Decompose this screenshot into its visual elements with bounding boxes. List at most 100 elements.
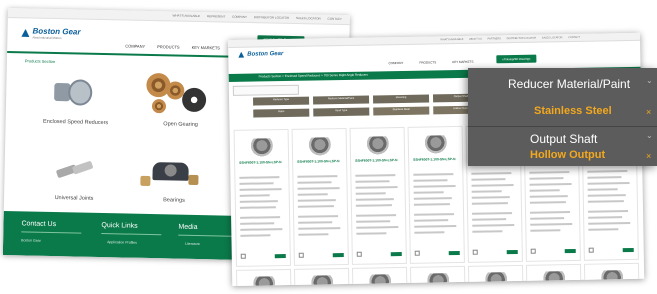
utility-link[interactable]: SALES LOCATOR bbox=[296, 16, 321, 21]
product-enclosed-speed-reducers[interactable]: Enclosed Speed Reducers bbox=[36, 119, 116, 127]
footer-divider bbox=[178, 234, 239, 237]
compare-checkbox[interactable] bbox=[530, 248, 536, 254]
chevron-down-icon[interactable]: ⌄ bbox=[646, 76, 653, 85]
catalog-button[interactable]: eCatalog/3D Drawings bbox=[496, 47, 537, 66]
filter-chip[interactable]: Reducer Type bbox=[253, 96, 310, 106]
reducer-image bbox=[308, 137, 332, 156]
utility-link[interactable]: PARTNERS bbox=[488, 37, 501, 40]
filter-zoom-callout: Reducer Material/Paint ⌄ Stainless Steel… bbox=[468, 68, 657, 166]
product-card[interactable] bbox=[351, 266, 408, 286]
product-card[interactable]: SSHF600T-1:100-SN-LSP-N bbox=[407, 125, 465, 264]
chevron-down-icon[interactable]: ⌄ bbox=[646, 131, 653, 140]
view-item-button[interactable] bbox=[564, 248, 576, 254]
reducer-image bbox=[311, 275, 334, 286]
nav-key-markets[interactable]: KEY MARKETS bbox=[452, 60, 473, 64]
filter-chip[interactable]: Input Type bbox=[313, 107, 370, 117]
product-title[interactable]: SSHF600T-1:100-SN-LSP-N bbox=[297, 159, 343, 164]
filter-label-output-shaft: Output Shaft bbox=[530, 132, 598, 146]
footer-media-heading: Media bbox=[178, 223, 198, 232]
divider bbox=[468, 126, 657, 127]
footer-divider bbox=[101, 233, 162, 236]
utility-link[interactable]: CONTACT bbox=[328, 17, 342, 21]
brand-logo[interactable]: Boston Gear bbox=[238, 51, 283, 58]
nav-company[interactable]: COMPANY bbox=[388, 61, 403, 65]
utility-bar: WHAT'S AVAILABLE REPRESENT COMPANY DISTR… bbox=[7, 8, 350, 26]
reducer-image bbox=[424, 135, 448, 154]
utility-link[interactable]: WHAT'S AVAILABLE bbox=[172, 13, 200, 18]
speed-reducer-image[interactable] bbox=[54, 77, 93, 106]
nav-products[interactable]: PRODUCTS bbox=[157, 44, 180, 49]
compare-checkbox[interactable] bbox=[240, 253, 246, 259]
utility-link[interactable]: COMPANY bbox=[232, 15, 247, 19]
footer-link[interactable]: Application Profiles bbox=[107, 240, 137, 245]
filter-value-stainless-steel[interactable]: Stainless Steel bbox=[534, 105, 612, 117]
nav-company[interactable]: COMPANY bbox=[125, 43, 145, 48]
compare-checkbox[interactable] bbox=[588, 247, 594, 253]
footer-link[interactable]: Literature bbox=[185, 242, 200, 246]
compare-checkbox[interactable] bbox=[472, 249, 478, 255]
filter-chip[interactable]: Reducer Material/Paint bbox=[312, 95, 370, 105]
view-item-button[interactable] bbox=[390, 252, 402, 257]
product-card[interactable] bbox=[525, 263, 582, 286]
reducer-image bbox=[427, 273, 450, 286]
filter-chip[interactable]: Mounting bbox=[372, 94, 430, 104]
view-item-button[interactable] bbox=[332, 253, 344, 258]
main-nav: COMPANY PRODUCTS KEY MARKETS bbox=[388, 60, 473, 65]
filter-chip[interactable]: Ratio bbox=[253, 108, 310, 118]
utility-link[interactable]: ABOUT US bbox=[469, 38, 482, 41]
product-card[interactable] bbox=[409, 265, 466, 286]
filter-chip-stainless[interactable]: Stainless Steel bbox=[373, 106, 430, 116]
bearings-image[interactable] bbox=[140, 156, 201, 189]
product-card[interactable] bbox=[583, 262, 640, 286]
product-card[interactable]: SSHF600T-1:100-SN-LSP-N bbox=[349, 126, 407, 265]
footer-contact-heading: Contact Us bbox=[21, 220, 57, 229]
filter-label-material: Reducer Material/Paint bbox=[508, 77, 631, 91]
product-title[interactable]: SSHF600T-1:100-SN-LSP-N bbox=[239, 160, 285, 165]
reducer-image bbox=[369, 274, 392, 286]
footer-link[interactable]: Boston Gear bbox=[21, 238, 41, 242]
utility-link[interactable]: SALES LOCATOR bbox=[542, 36, 563, 39]
close-icon[interactable]: × bbox=[646, 107, 651, 117]
compare-checkbox[interactable] bbox=[414, 250, 420, 256]
reducer-image bbox=[485, 272, 508, 286]
utility-link[interactable]: DISTRIBUTOR LOCATOR bbox=[254, 15, 289, 20]
universal-joints-image[interactable] bbox=[55, 159, 96, 184]
logo-mark-icon bbox=[238, 52, 244, 58]
product-card[interactable] bbox=[294, 267, 350, 286]
brand-name: Boston Gear bbox=[247, 51, 284, 58]
reducer-image bbox=[543, 271, 566, 286]
nav-key-markets[interactable]: KEY MARKETS bbox=[192, 45, 220, 51]
product-title[interactable]: SSHF600T-1:100-SN-LSP-N bbox=[355, 158, 401, 163]
compare-checkbox[interactable] bbox=[356, 251, 362, 257]
breadcrumb[interactable]: Products Section > Enclosed Speed Reduce… bbox=[259, 73, 368, 79]
product-card[interactable] bbox=[467, 264, 524, 286]
utility-link[interactable]: CONTACT bbox=[568, 36, 580, 39]
view-item-button[interactable] bbox=[506, 249, 518, 255]
reducer-image bbox=[366, 136, 390, 155]
product-bearings[interactable]: Bearings bbox=[154, 197, 194, 204]
footer-quicklinks-heading: Quick Links bbox=[101, 222, 138, 230]
brand-logo[interactable]: Boston Gear Altra Industrial Motion bbox=[21, 26, 81, 40]
search-filter-input[interactable] bbox=[232, 84, 299, 96]
reducer-image bbox=[253, 276, 276, 286]
product-card[interactable]: SSHF600T-1:100-SN-LSP-N bbox=[291, 127, 349, 266]
view-item-button[interactable] bbox=[622, 247, 634, 253]
product-card[interactable]: SSHF600T-1:100-SN-LSP-N bbox=[233, 128, 291, 267]
product-card[interactable] bbox=[236, 268, 292, 286]
nav-products[interactable]: PRODUCTS bbox=[419, 60, 436, 64]
product-open-gearing[interactable]: Open Gearing bbox=[146, 121, 216, 128]
reducer-image bbox=[601, 270, 624, 286]
open-gearing-image[interactable] bbox=[146, 72, 207, 118]
product-universal-joints[interactable]: Universal Joints bbox=[44, 195, 104, 202]
compare-checkbox[interactable] bbox=[298, 252, 304, 258]
footer-divider bbox=[21, 231, 82, 234]
utility-link[interactable]: WHAT'S AVAILABLE bbox=[440, 38, 463, 41]
utility-link[interactable]: DISTRIBUTOR LOCATOR bbox=[507, 37, 537, 41]
utility-link[interactable]: REPRESENT bbox=[207, 14, 225, 18]
view-item-button[interactable] bbox=[274, 254, 286, 259]
reducer-image bbox=[250, 138, 274, 157]
view-item-button[interactable] bbox=[448, 250, 460, 256]
close-icon[interactable]: × bbox=[646, 151, 651, 161]
product-title[interactable]: SSHF600T-1:100-SN-LSP-N bbox=[413, 157, 459, 162]
filter-value-hollow-output[interactable]: Hollow Output bbox=[530, 149, 605, 161]
